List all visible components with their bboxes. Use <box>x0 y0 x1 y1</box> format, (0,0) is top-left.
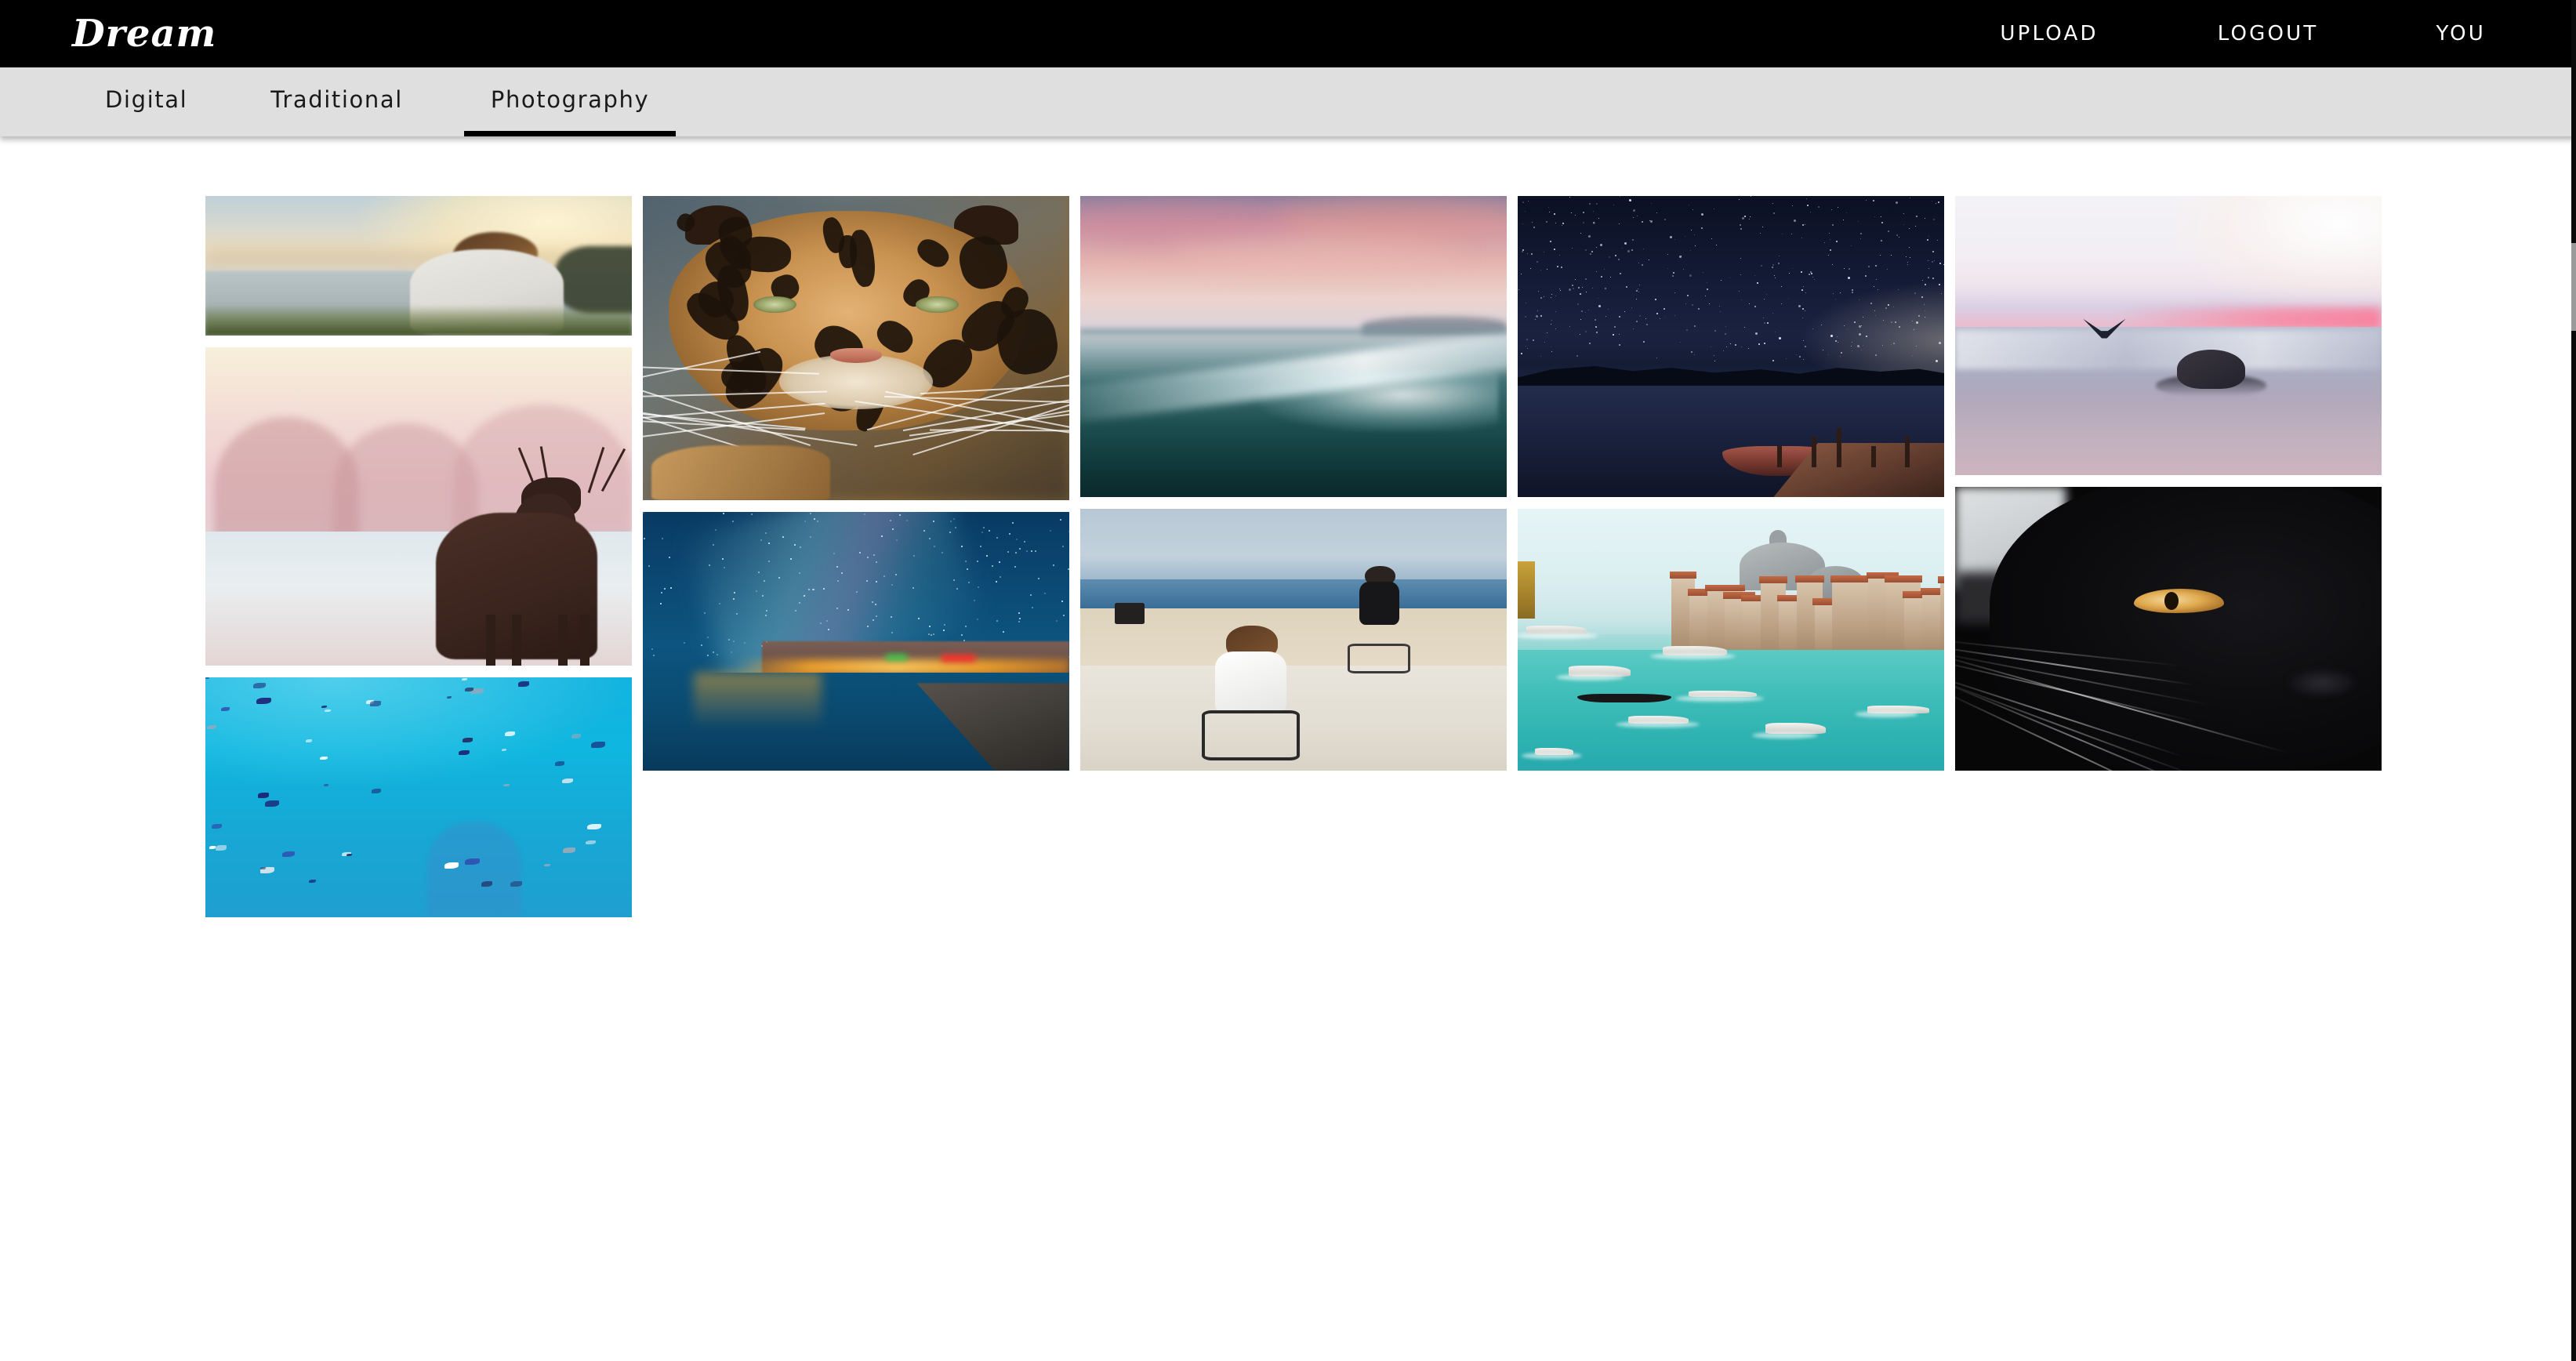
top-navigation-bar: Dream UPLOAD LOGOUT YOU <box>0 0 2576 67</box>
photo-artwork-aquarium-fish <box>205 677 632 917</box>
page-scrollbar[interactable] <box>2571 0 2576 1361</box>
photo-artwork-tiger <box>643 196 1069 500</box>
photo-artwork-starry-lake-boat <box>1518 196 1944 497</box>
gallery-column-3 <box>1080 196 1507 771</box>
nav-link-logout[interactable]: LOGOUT <box>2218 14 2319 53</box>
photo-card[interactable] <box>1080 509 1507 771</box>
photo-artwork-swimmer-whale <box>1955 196 2382 475</box>
photo-artwork-beach-cyclists <box>1080 509 1507 771</box>
photo-artwork-sunset-woman <box>205 196 632 336</box>
tab-digital[interactable]: Digital <box>78 67 214 136</box>
gallery-column-2 <box>643 196 1069 771</box>
photo-card[interactable] <box>1518 196 1944 497</box>
tab-photography[interactable]: Photography <box>464 67 676 136</box>
photo-card[interactable] <box>205 196 632 336</box>
photo-artwork-ocean-wave <box>1080 196 1507 497</box>
photo-card[interactable] <box>1955 487 2382 771</box>
category-tabs: Digital Traditional Photography <box>78 67 676 136</box>
nav-link-you[interactable]: YOU <box>2436 14 2486 53</box>
gallery-column-1 <box>205 196 632 917</box>
photo-card[interactable] <box>1080 196 1507 497</box>
gallery-column-4 <box>1518 196 1944 771</box>
gallery-column-5 <box>1955 196 2382 771</box>
photo-artwork-black-cat <box>1955 487 2382 771</box>
top-nav-links: UPLOAD LOGOUT YOU <box>2000 0 2576 67</box>
photo-card[interactable] <box>1518 509 1944 771</box>
photo-card[interactable] <box>643 196 1069 500</box>
photo-card[interactable] <box>205 347 632 666</box>
nav-link-upload[interactable]: UPLOAD <box>2000 14 2098 53</box>
photo-card[interactable] <box>1955 196 2382 475</box>
photo-artwork-river-town-milkyway <box>643 512 1069 771</box>
scrollbar-thumb[interactable] <box>2571 243 2576 331</box>
photo-artwork-venice-canal <box>1518 509 1944 771</box>
photo-artwork-deer <box>205 347 632 666</box>
photo-card[interactable] <box>205 677 632 917</box>
photo-gallery <box>0 136 2576 1361</box>
photo-card[interactable] <box>643 512 1069 771</box>
masonry-grid <box>205 196 2372 917</box>
site-logo[interactable]: Dream <box>72 12 216 56</box>
category-tab-bar: Digital Traditional Photography <box>0 67 2576 136</box>
tab-traditional[interactable]: Traditional <box>244 67 430 136</box>
